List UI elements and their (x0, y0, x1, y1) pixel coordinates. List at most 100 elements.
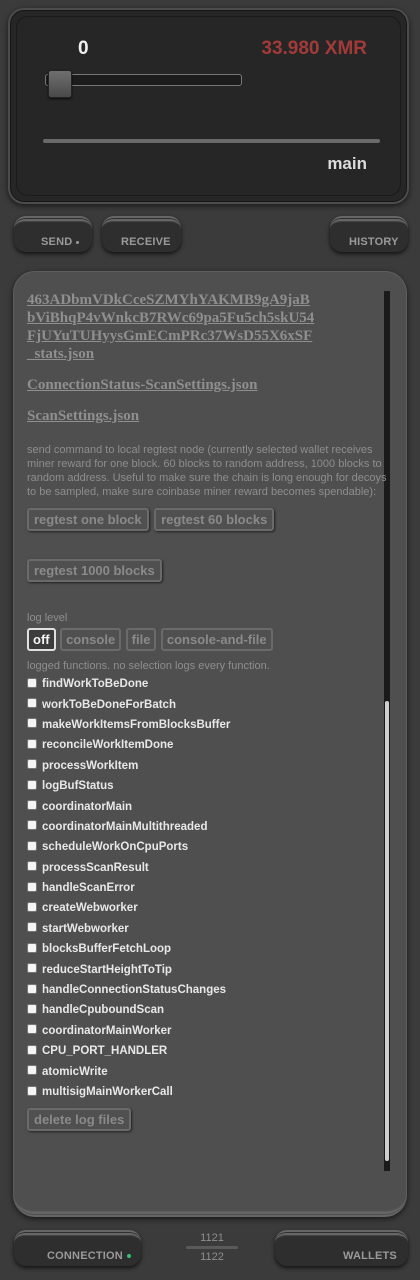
logged-function-label: processWorkItem (42, 759, 139, 772)
logged-function-label: createWebworker (42, 902, 138, 915)
amount-slider-track[interactable] (45, 74, 242, 86)
block-height-bottom: 1122 (200, 1251, 224, 1263)
regtest-60-blocks-button[interactable]: regtest 60 blocks (154, 508, 275, 531)
logged-function-checkbox[interactable] (27, 1003, 37, 1014)
log-level-console[interactable]: console (60, 628, 122, 651)
logged-function-label: handleScanError (42, 882, 135, 895)
logged-function-checkbox[interactable] (27, 718, 37, 729)
logged-function-checkbox[interactable] (27, 759, 37, 770)
regtest-one-block-button[interactable]: regtest one block (27, 508, 149, 531)
logged-function-checkbox[interactable] (27, 881, 37, 892)
log-level-label: log level (27, 612, 68, 624)
logged-function-label: coordinatorMainMultithreaded (42, 820, 208, 833)
logged-function-checkbox[interactable] (27, 861, 37, 872)
logged-function-row[interactable]: handleConnectionStatusChanges (27, 980, 381, 1000)
logged-function-checkbox[interactable] (27, 677, 37, 688)
regtest-buttons: regtest one block regtest 60 blocks (27, 508, 381, 531)
wallet-panel: 0 33.980 XMR main (8, 8, 409, 204)
logged-function-label: atomicWrite (42, 1065, 108, 1078)
log-level-selector: off console file console-and-file (27, 628, 381, 651)
logged-functions-label: logged functions. no selection logs ever… (27, 660, 270, 672)
logged-function-row[interactable]: coordinatorMain (27, 796, 381, 816)
logged-function-label: processScanResult (42, 861, 149, 874)
logged-function-row[interactable]: startWebworker (27, 919, 381, 939)
logged-function-checkbox[interactable] (27, 922, 37, 933)
logged-function-row[interactable]: CPU_PORT_HANDLER (27, 1041, 381, 1061)
scrollbar-thumb[interactable] (385, 701, 389, 1161)
logged-function-label: scheduleWorkOnCpuPorts (42, 841, 189, 854)
tab-send-label: SEND (41, 236, 73, 248)
amount-slider-handle[interactable] (48, 70, 72, 98)
logged-function-row[interactable]: handleScanError (27, 878, 381, 898)
logged-function-label: multisigMainWorkerCall (42, 1086, 173, 1098)
logged-function-label: CPU_PORT_HANDLER (42, 1045, 168, 1058)
logged-function-row[interactable]: workToBeDoneForBatch (27, 694, 381, 714)
tab-receive[interactable]: RECEIVE (102, 216, 181, 252)
logged-function-row[interactable]: scheduleWorkOnCpuPorts (27, 837, 381, 857)
scan-settings-file-link[interactable]: ScanSettings.json (27, 407, 381, 425)
logged-function-row[interactable]: logBufStatus (27, 776, 381, 796)
logged-function-checkbox[interactable] (27, 963, 37, 974)
logged-function-checkbox[interactable] (27, 942, 37, 953)
tab-send[interactable]: SEND (14, 216, 92, 252)
settings-content: 463ADbmVDkCceSZMYhYAKMB9gA9jaBbViBhqP4vW… (27, 287, 387, 1132)
logged-function-checkbox[interactable] (27, 983, 37, 994)
logged-function-checkbox[interactable] (27, 779, 37, 790)
logged-function-row[interactable]: handleCpuboundScan (27, 1000, 381, 1020)
logged-functions-list: findWorkToBeDone workToBeDoneForBatch make… (27, 674, 381, 1102)
log-level-file[interactable]: file (125, 628, 157, 651)
logged-function-checkbox[interactable] (27, 820, 37, 831)
logged-function-label: makeWorkItemsFromBlocksBuffer (42, 718, 231, 731)
tab-wallets-label: WALLETS (343, 1250, 397, 1262)
logged-function-label: logBufStatus (42, 780, 114, 793)
tab-history-label: HISTORY (349, 236, 399, 248)
settings-panel: 463ADbmVDkCceSZMYhYAKMB9gA9jaBbViBhqP4vW… (13, 271, 407, 1217)
log-level-off[interactable]: off (27, 628, 56, 651)
logged-function-checkbox[interactable] (27, 1065, 37, 1076)
logged-function-checkbox[interactable] (27, 800, 37, 811)
logged-function-row[interactable]: createWebworker (27, 898, 381, 918)
logged-function-row[interactable]: makeWorkItemsFromBlocksBuffer (27, 715, 381, 735)
logged-function-label: blocksBufferFetchLoop (42, 943, 172, 956)
logged-function-row[interactable]: processScanResult (27, 858, 381, 878)
logged-function-row[interactable]: reconcileWorkItemDone (27, 735, 381, 755)
logged-function-label: reduceStartHeightToTip (42, 963, 172, 976)
logged-function-checkbox[interactable] (27, 698, 37, 709)
tab-history[interactable]: HISTORY (330, 216, 408, 252)
logged-function-row[interactable]: findWorkToBeDone (27, 674, 381, 694)
wallet-balance: 33.980 XMR (261, 38, 367, 59)
tab-receive-label: RECEIVE (121, 236, 171, 248)
block-height-indicator: 1121 1122 (186, 1232, 238, 1263)
logged-function-checkbox[interactable] (27, 901, 37, 912)
logged-function-checkbox[interactable] (27, 1024, 37, 1035)
logged-function-row[interactable]: atomicWrite (27, 1061, 381, 1081)
wallet-name: main (327, 154, 367, 173)
logged-function-checkbox[interactable] (27, 738, 37, 749)
logged-function-label: workToBeDoneForBatch (42, 698, 176, 711)
logged-function-label: handleCpuboundScan (42, 1004, 165, 1017)
logged-function-label: coordinatorMainWorker (42, 1024, 172, 1037)
log-level-console-and-file[interactable]: console-and-file (160, 628, 273, 651)
tab-connection[interactable]: CONNECTION (14, 1230, 141, 1266)
logged-function-label: startWebworker (42, 922, 129, 935)
logged-function-row[interactable]: coordinatorMainMultithreaded (27, 817, 381, 837)
connection-status-icon (126, 1254, 131, 1259)
regtest-1000-blocks-button[interactable]: regtest 1000 blocks (27, 559, 162, 582)
tab-connection-label: CONNECTION (47, 1250, 123, 1262)
logged-function-row[interactable]: reduceStartHeightToTip (27, 959, 381, 979)
stats-file-link[interactable]: 463ADbmVDkCceSZMYhYAKMB9gA9jaBbViBhqP4vW… (27, 291, 317, 363)
logged-function-checkbox[interactable] (27, 1044, 37, 1055)
delete-log-files-button[interactable]: delete log files (27, 1108, 132, 1132)
logged-function-checkbox[interactable] (27, 1085, 37, 1096)
logged-function-row[interactable]: blocksBufferFetchLoop (27, 939, 381, 959)
panel-divider (43, 139, 380, 143)
send-indicator-icon (76, 240, 80, 244)
logged-function-label: handleConnectionStatusChanges (42, 984, 227, 997)
send-amount-value: 0 (78, 38, 89, 59)
connection-status-file-link[interactable]: ConnectionStatus-ScanSettings.json (27, 376, 381, 394)
logged-function-row[interactable]: multisigMainWorkerCall (27, 1082, 381, 1102)
logged-function-row[interactable]: coordinatorMainWorker (27, 1021, 381, 1041)
logged-function-row[interactable]: processWorkItem (27, 756, 381, 776)
tab-wallets[interactable]: WALLETS (275, 1230, 408, 1266)
logged-function-checkbox[interactable] (27, 840, 37, 851)
